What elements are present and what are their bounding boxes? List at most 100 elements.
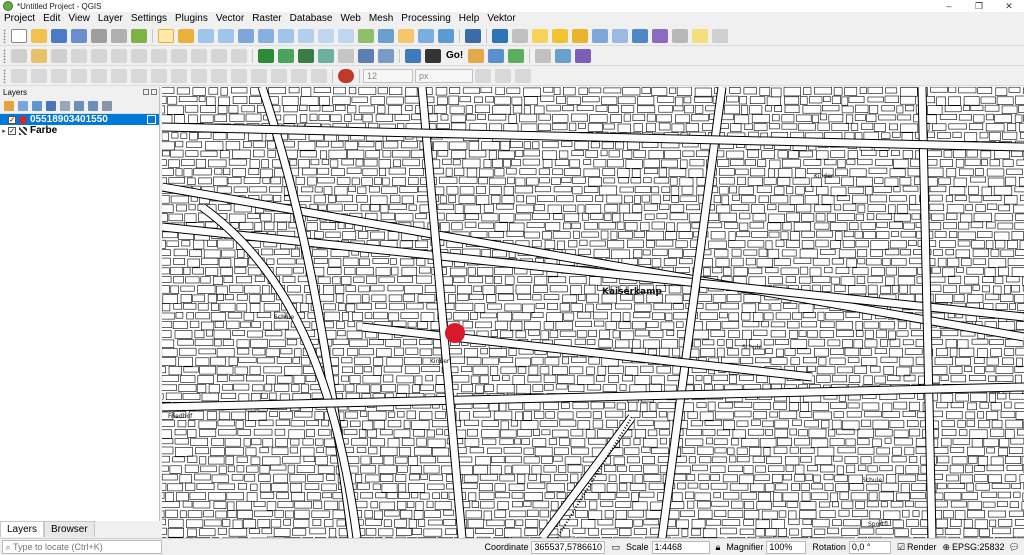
- unit-select[interactable]: px: [415, 68, 473, 83]
- menu-plugins[interactable]: Plugins: [171, 12, 212, 26]
- render-checkbox[interactable]: ☑: [897, 542, 905, 553]
- collapse-all-icon[interactable]: [88, 100, 98, 111]
- menu-layer[interactable]: Layer: [94, 12, 127, 26]
- shape-digitize-icon[interactable]: [575, 48, 592, 63]
- delete-ring-icon[interactable]: [91, 68, 107, 83]
- toolbar-grip[interactable]: [3, 48, 6, 63]
- selected-point-marker[interactable]: [445, 323, 465, 343]
- zoom-full-icon[interactable]: [238, 28, 254, 43]
- map-tips-icon[interactable]: [692, 28, 708, 43]
- delete-selected-icon[interactable]: [131, 48, 147, 63]
- messages-icon[interactable]: 💬︎: [1009, 542, 1020, 553]
- fill-ring-icon[interactable]: [71, 68, 87, 83]
- filter-legend-icon[interactable]: [46, 100, 56, 111]
- close-button[interactable]: ✕: [994, 0, 1024, 12]
- reshape-icon[interactable]: [131, 68, 147, 83]
- menu-settings[interactable]: Settings: [127, 12, 171, 26]
- magnifier-field[interactable]: 100%: [766, 540, 807, 554]
- layer-visibility-checkbox[interactable]: ✓: [8, 115, 16, 124]
- new-map-view-icon[interactable]: [358, 28, 374, 43]
- add-feature-icon[interactable]: [71, 48, 87, 63]
- menu-help[interactable]: Help: [455, 12, 484, 26]
- database-icon[interactable]: [358, 48, 374, 63]
- layout-manager-icon[interactable]: [111, 28, 127, 43]
- redo-icon[interactable]: [231, 48, 247, 63]
- add-ring-icon[interactable]: [31, 68, 47, 83]
- trim-extend-icon[interactable]: [311, 68, 327, 83]
- topology-icon[interactable]: [298, 48, 314, 63]
- zoom-next-icon[interactable]: [338, 28, 354, 43]
- temporal-controller-icon[interactable]: [465, 28, 481, 43]
- toolbar-grip[interactable]: [3, 28, 6, 43]
- cancel-tool-icon[interactable]: [495, 68, 511, 83]
- lock-icon[interactable]: 🔒︎: [716, 542, 721, 553]
- zoom-native-icon[interactable]: [298, 28, 314, 43]
- measure-icon[interactable]: [672, 28, 688, 43]
- toggle-editing-icon[interactable]: [31, 48, 47, 63]
- db-manager-icon[interactable]: [338, 48, 354, 63]
- attribute-table-icon[interactable]: [592, 28, 608, 43]
- menu-web[interactable]: Web: [336, 12, 364, 26]
- zoom-selection-icon[interactable]: [258, 28, 274, 43]
- layer-row-point[interactable]: ✓ 05518903401550: [0, 114, 159, 125]
- layer-visibility-checkbox[interactable]: ✓: [8, 126, 16, 135]
- print-layout-icon[interactable]: [91, 28, 107, 43]
- scale-field[interactable]: 1:4468: [651, 540, 710, 554]
- bookmark-icon[interactable]: [398, 28, 414, 43]
- select-by-value-icon[interactable]: [552, 28, 568, 43]
- minimize-button[interactable]: –: [934, 0, 964, 12]
- coordinate-field[interactable]: 365537,5786610: [531, 540, 606, 554]
- split-features-icon[interactable]: [191, 68, 207, 83]
- new-3d-view-icon[interactable]: [378, 28, 394, 43]
- undo-icon[interactable]: [211, 48, 227, 63]
- digitize-shape-icon[interactable]: [11, 68, 27, 83]
- rotation-field[interactable]: 0,0 °: [848, 540, 891, 554]
- raster-tool-icon[interactable]: [278, 48, 294, 63]
- offset-curve-icon[interactable]: [151, 68, 167, 83]
- scale-tool-icon[interactable]: [515, 68, 531, 83]
- save-as-icon[interactable]: [71, 28, 87, 43]
- expand-all-icon[interactable]: [74, 100, 84, 111]
- snap-icon[interactable]: [555, 48, 572, 63]
- add-group-icon[interactable]: [18, 100, 28, 111]
- edits-icon[interactable]: [11, 48, 27, 63]
- crs-button[interactable]: EPSG:25832: [952, 542, 1005, 552]
- menu-mesh[interactable]: Mesh: [365, 12, 397, 26]
- gps-icon[interactable]: [318, 48, 334, 63]
- expand-arrow-icon[interactable]: ▸: [0, 127, 8, 135]
- magnet-snapping-icon[interactable]: [338, 68, 354, 83]
- manage-themes-icon[interactable]: [32, 100, 42, 111]
- copy-features-icon[interactable]: [171, 48, 187, 63]
- show-bookmarks-icon[interactable]: [418, 28, 434, 43]
- menu-view[interactable]: View: [64, 12, 94, 26]
- paste-features-icon[interactable]: [191, 48, 207, 63]
- python-console-icon[interactable]: [405, 48, 421, 63]
- modify-attributes-icon[interactable]: [111, 48, 127, 63]
- identify-icon[interactable]: [492, 28, 508, 43]
- georeferencer-icon[interactable]: [258, 48, 274, 63]
- locator-input[interactable]: [13, 542, 153, 552]
- symbol-size-input[interactable]: 12: [363, 68, 413, 83]
- zoom-in-icon[interactable]: [198, 28, 214, 43]
- delete-part-icon[interactable]: [111, 68, 127, 83]
- remove-layer-icon[interactable]: [102, 100, 112, 111]
- menu-project[interactable]: Project: [0, 12, 39, 26]
- reverse-line-icon[interactable]: [291, 68, 307, 83]
- metasearch-icon[interactable]: [378, 48, 394, 63]
- rotate-icon[interactable]: [488, 48, 505, 63]
- filter-expression-icon[interactable]: [60, 100, 70, 111]
- run-action-icon[interactable]: [512, 28, 528, 43]
- menu-processing[interactable]: Processing: [397, 12, 454, 26]
- layer-row-farbe[interactable]: ▸ ✓ Farbe: [0, 125, 159, 136]
- menu-database[interactable]: Database: [286, 12, 337, 26]
- simplify-icon[interactable]: [271, 68, 287, 83]
- pan-icon[interactable]: [158, 28, 174, 43]
- merge-attributes-icon[interactable]: [231, 68, 247, 83]
- merge-features-icon[interactable]: [211, 68, 227, 83]
- cut-features-icon[interactable]: [151, 48, 167, 63]
- tab-browser[interactable]: Browser: [44, 521, 95, 537]
- zoom-layer-icon[interactable]: [278, 28, 294, 43]
- layer-indicator-icon[interactable]: [147, 115, 156, 124]
- text-annotation-icon[interactable]: [712, 28, 728, 43]
- rotate-symbols-icon[interactable]: [251, 68, 267, 83]
